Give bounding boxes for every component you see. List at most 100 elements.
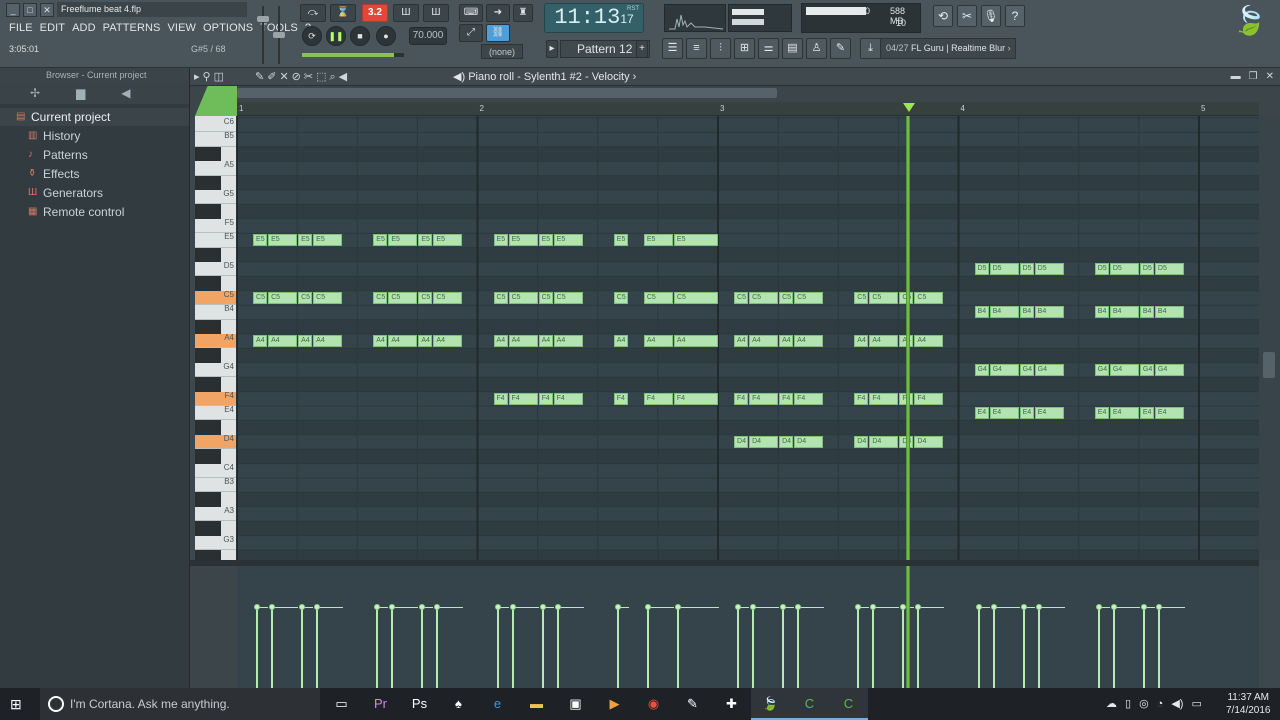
velocity-handle[interactable] [735, 604, 742, 610]
note[interactable]: A4 [493, 335, 508, 347]
velocity-handle[interactable] [750, 604, 757, 610]
velocity-stem[interactable] [1157, 607, 1160, 688]
velocity-handle[interactable] [870, 604, 877, 610]
velocity-handle[interactable] [419, 604, 426, 610]
chrome-icon[interactable]: ◉ [634, 688, 673, 720]
note[interactable]: C5 [493, 291, 508, 304]
note[interactable]: F4 [508, 392, 538, 405]
velocity-stem[interactable] [737, 607, 740, 688]
black-key[interactable] [195, 377, 221, 392]
note[interactable]: D5 [1154, 263, 1184, 275]
close-icon[interactable]: ✕ [40, 3, 54, 17]
pattern-add-icon[interactable]: + [636, 40, 648, 58]
velocity-handle[interactable] [314, 604, 321, 610]
note[interactable]: E5 [388, 234, 418, 247]
velocity-lane[interactable] [237, 560, 1259, 688]
step-edit-icon[interactable]: Ш [393, 4, 419, 22]
countdown-icon[interactable]: ♜ [513, 4, 533, 22]
black-key[interactable] [195, 319, 221, 334]
velocity-handle[interactable] [374, 604, 381, 610]
note[interactable]: C5 [538, 291, 553, 304]
pr-menu-icon[interactable]: ▸ [194, 68, 200, 86]
note[interactable]: A4 [268, 335, 298, 347]
note[interactable]: F4 [553, 392, 583, 405]
note[interactable]: D5 [1109, 263, 1139, 275]
note[interactable]: C5 [313, 291, 343, 304]
velocity-stem[interactable] [616, 607, 619, 688]
velocity-stem[interactable] [556, 607, 559, 688]
velocity-handle[interactable] [1140, 604, 1147, 610]
velocity-stem[interactable] [902, 607, 905, 688]
pr-magnet-icon[interactable]: ⚲ [203, 68, 211, 86]
note[interactable]: D4 [779, 435, 794, 448]
note[interactable]: E4 [989, 407, 1019, 419]
velocity-stem[interactable] [301, 607, 304, 688]
velocity-stem[interactable] [421, 607, 424, 688]
piano-keyboard[interactable]: C6 B5 A5 G5 F5 E5 D5 C5 B4 A4 G4 F4 E4 D4 C4 B3 A3 G3 [195, 116, 237, 560]
note[interactable]: D4 [734, 435, 749, 448]
note[interactable]: D5 [1139, 263, 1154, 275]
note[interactable]: E5 [673, 234, 718, 247]
pr-paint-icon[interactable]: ✐ [267, 68, 276, 86]
note[interactable]: G4 [1034, 363, 1064, 376]
note[interactable]: E5 [493, 234, 508, 247]
pause-button[interactable]: ❚❚ [326, 26, 346, 46]
velocity-stem[interactable] [857, 607, 860, 688]
browser-collapse-icon[interactable]: ✢ [30, 86, 40, 104]
browser-speaker-icon[interactable]: ◀ [121, 86, 130, 104]
browser-item-remote-control[interactable]: ▦ Remote control [0, 202, 189, 221]
black-key[interactable] [195, 276, 221, 291]
note[interactable]: G4 [1019, 363, 1034, 376]
vertical-scrollbar[interactable] [1259, 116, 1280, 560]
download-icon[interactable]: ⤓ [860, 38, 881, 59]
velocity-handle[interactable] [975, 604, 982, 610]
volume-icon[interactable]: ◀) [1171, 688, 1183, 720]
song-time-display[interactable]: 11:1317 RST [544, 3, 644, 33]
wait-input-icon[interactable]: ➜ [486, 4, 510, 22]
note[interactable]: C5 [854, 291, 869, 304]
note[interactable]: C5 [794, 291, 824, 304]
velocity-stem[interactable] [646, 607, 649, 688]
velocity-handle[interactable] [269, 604, 276, 610]
horizontal-scrollbar[interactable] [237, 88, 777, 98]
note[interactable]: A4 [854, 335, 869, 347]
velocity-handle[interactable] [614, 604, 621, 610]
velocity-handle[interactable] [1155, 604, 1162, 610]
cut-icon[interactable]: ✂ [957, 5, 977, 27]
velocity-stem[interactable] [797, 607, 800, 688]
note[interactable]: A4 [749, 335, 779, 347]
pr-maximize-icon[interactable]: ❐ [1249, 68, 1258, 86]
note[interactable]: C5 [553, 291, 583, 304]
velocity-handle[interactable] [299, 604, 306, 610]
note[interactable]: B4 [974, 306, 989, 319]
velocity-stem[interactable] [511, 607, 514, 688]
undo-icon[interactable]: ⟲ [933, 5, 953, 27]
note[interactable]: F4 [869, 392, 899, 405]
velocity-handle[interactable] [780, 604, 787, 610]
master-pitch-slider[interactable] [272, 6, 286, 64]
velocity-handle[interactable] [494, 604, 501, 610]
browser-item-history[interactable]: ▥ History [0, 126, 189, 145]
velocity-handle[interactable] [539, 604, 546, 610]
note[interactable]: E5 [268, 234, 298, 247]
velocity-handle[interactable] [795, 604, 802, 610]
note[interactable]: E5 [613, 234, 628, 247]
velocity-stem[interactable] [436, 607, 439, 688]
cortana-search[interactable]: I'm Cortana. Ask me anything. [40, 688, 320, 720]
help-icon[interactable]: ? [1005, 5, 1025, 27]
note[interactable]: A4 [388, 335, 418, 347]
note[interactable]: C5 [613, 291, 628, 304]
note[interactable]: A4 [643, 335, 673, 347]
note[interactable]: F4 [854, 392, 869, 405]
controller-icon[interactable]: ✚ [712, 688, 751, 720]
plugin-picker-icon[interactable]: ♙ [806, 38, 827, 59]
note[interactable]: D5 [989, 263, 1019, 275]
mixer-icon[interactable]: ⊞ [734, 38, 755, 59]
browser-root[interactable]: ▤ Current project [0, 108, 189, 126]
velocity-handle[interactable] [554, 604, 561, 610]
note[interactable]: E5 [538, 234, 553, 247]
note[interactable]: C5 [914, 291, 944, 304]
pr-close-icon[interactable]: ✕ [1266, 68, 1274, 86]
menu-patterns[interactable]: PATTERNS [103, 22, 161, 34]
menu-options[interactable]: OPTIONS [203, 22, 253, 34]
